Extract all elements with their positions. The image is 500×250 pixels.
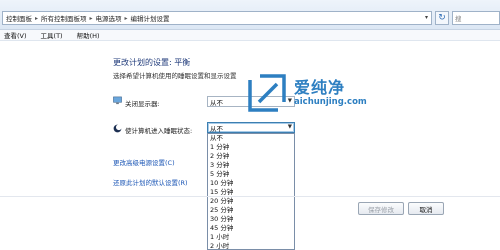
- advanced-settings-link[interactable]: 更改高级电源设置(C): [113, 157, 175, 167]
- display-off-value: 从不: [210, 98, 223, 107]
- breadcrumb-item[interactable]: 电源选项: [96, 13, 122, 23]
- sleep-option[interactable]: 10 分钟: [208, 179, 294, 188]
- search-placeholder: 搜: [455, 15, 462, 23]
- menu-view[interactable]: 查看(V): [4, 30, 27, 40]
- divider: [0, 196, 500, 197]
- menu-help[interactable]: 帮助(H): [77, 30, 100, 40]
- restore-defaults-link[interactable]: 还原此计划的默认设置(R): [113, 177, 188, 187]
- chevron-down-icon: ▼: [287, 124, 292, 130]
- page-title: 更改计划的设置: 平衡: [113, 58, 191, 67]
- monitor-icon: [113, 96, 122, 105]
- sleep-option[interactable]: 5 分钟: [208, 170, 294, 179]
- breadcrumb-separator-icon[interactable]: ▸: [90, 15, 93, 22]
- page-description: 选择希望计算机使用的睡眠设置和显示设置: [113, 72, 237, 80]
- breadcrumb-item[interactable]: 编辑计划设置: [131, 13, 170, 23]
- display-off-label: 关闭显示器:: [125, 100, 160, 108]
- save-changes-button[interactable]: 保存修改: [358, 202, 404, 215]
- sleep-value: 从不: [210, 124, 223, 133]
- breadcrumb-separator-icon[interactable]: ▸: [35, 15, 38, 22]
- moon-icon: [113, 124, 122, 133]
- watermark: 爱纯净 aichunjing.com: [246, 72, 376, 116]
- sleep-option[interactable]: 1 分钟: [208, 143, 294, 152]
- breadcrumb-item[interactable]: 所有控制面板项: [41, 13, 87, 23]
- sleep-options-list[interactable]: 从不 1 分钟 2 分钟 3 分钟 5 分钟 10 分钟 15 分钟 20 分钟…: [207, 133, 295, 250]
- sleep-option[interactable]: 从不: [208, 134, 294, 143]
- menu-tools[interactable]: 工具(T): [41, 30, 63, 40]
- search-input[interactable]: 搜: [452, 11, 500, 25]
- refresh-icon: ↻: [438, 13, 446, 23]
- sleep-option[interactable]: 2 小时: [208, 242, 294, 249]
- sleep-option[interactable]: 2 分钟: [208, 152, 294, 161]
- chevron-down-icon[interactable]: ▾: [425, 14, 428, 21]
- sleep-select[interactable]: 从不 ▼: [207, 122, 295, 133]
- watermark-text: 爱纯净: [294, 78, 346, 97]
- breadcrumb-item[interactable]: 控制面板: [6, 13, 32, 23]
- sleep-option[interactable]: 45 分钟: [208, 224, 294, 233]
- sleep-option[interactable]: 3 分钟: [208, 161, 294, 170]
- watermark-logo-icon: [248, 74, 286, 112]
- breadcrumb-separator-icon[interactable]: ▸: [125, 15, 128, 22]
- breadcrumb[interactable]: 控制面板 ▸ 所有控制面板项 ▸ 电源选项 ▸ 编辑计划设置 ▾: [2, 11, 432, 25]
- refresh-button[interactable]: ↻: [435, 11, 449, 25]
- address-bar: 控制面板 ▸ 所有控制面板项 ▸ 电源选项 ▸ 编辑计划设置 ▾ ↻ 搜: [0, 0, 500, 30]
- cancel-button[interactable]: 取消: [408, 202, 444, 215]
- sleep-option[interactable]: 20 分钟: [208, 197, 294, 206]
- menu-bar: 查看(V) 工具(T) 帮助(H): [0, 30, 500, 41]
- sleep-option[interactable]: 1 小时: [208, 233, 294, 242]
- watermark-url: aichunjing.com: [294, 97, 367, 107]
- sleep-option[interactable]: 25 分钟: [208, 206, 294, 215]
- sleep-label: 使计算机进入睡眠状态:: [125, 127, 193, 135]
- sleep-option[interactable]: 30 分钟: [208, 215, 294, 224]
